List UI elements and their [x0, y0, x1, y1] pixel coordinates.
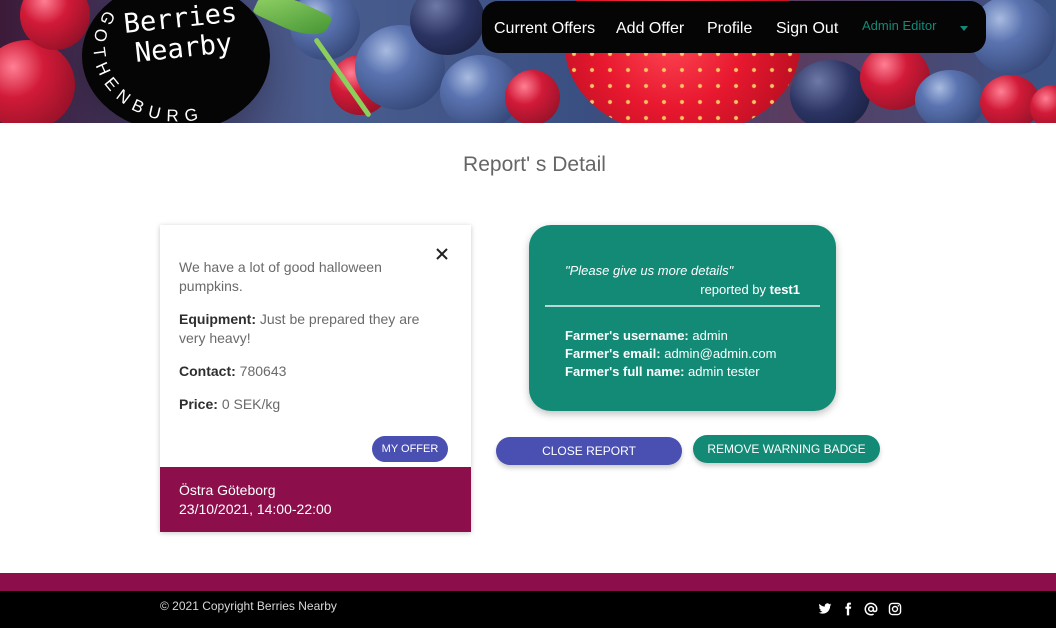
reported-by-label: reported by: [700, 282, 767, 297]
top-navbar: Current Offers Add Offer Profile Sign Ou…: [482, 1, 986, 53]
farmer-email-value: admin@admin.com: [664, 346, 777, 361]
remove-warning-badge-button[interactable]: REMOVE WARNING BADGE: [693, 435, 880, 463]
offer-description: We have a lot of good halloween pumpkins…: [179, 259, 382, 294]
reporter-name: test1: [769, 282, 800, 297]
offer-card: We have a lot of good halloween pumpkins…: [160, 225, 471, 532]
farmer-email: Farmer's email: admin@admin.com: [565, 346, 776, 361]
nav-add-offer[interactable]: Add Offer: [616, 19, 684, 39]
farmer-username-value: admin: [692, 328, 728, 343]
report-message: "Please give us more details": [565, 263, 734, 278]
contact-label: Contact:: [179, 363, 236, 379]
offer-datetime: 23/10/2021, 14:00-22:00: [179, 501, 332, 517]
farmer-username: Farmer's username: admin: [565, 328, 728, 343]
email-icon[interactable]: [864, 602, 878, 616]
price-value: 0 SEK/kg: [221, 396, 281, 412]
copyright-text: © 2021 Copyright Berries Nearby: [160, 599, 337, 613]
brand-logo[interactable]: GOTHENBURG Berries Nearby: [82, 0, 270, 123]
offer-footer: Östra Göteborg 23/10/2021, 14:00-22:00: [160, 467, 471, 532]
my-offer-button[interactable]: MY OFFER: [372, 436, 448, 462]
twitter-icon[interactable]: [818, 602, 832, 616]
contact-value: 780643: [239, 363, 287, 379]
offer-location: Östra Göteborg: [179, 482, 276, 498]
caret-down-icon[interactable]: [960, 26, 968, 31]
price-label: Price:: [179, 396, 218, 412]
footer-band: [0, 573, 1056, 591]
footer: © 2021 Copyright Berries Nearby: [0, 591, 1056, 628]
report-author: reported by test1: [700, 282, 800, 297]
offer-price: Price: 0 SEK/kg: [179, 395, 441, 414]
close-report-button[interactable]: CLOSE REPORT: [496, 437, 682, 465]
header-banner: GOTHENBURG Berries Nearby Current Offers…: [0, 0, 1056, 123]
admin-editor-dropdown[interactable]: Admin Editor: [862, 18, 936, 33]
cranberry-image: [505, 70, 560, 123]
offer-equipment: Equipment: Just be prepared they are ver…: [179, 310, 441, 348]
blueberry-image: [790, 60, 870, 123]
farmer-fullname-label: Farmer's full name:: [565, 364, 685, 379]
instagram-icon[interactable]: [888, 602, 902, 616]
nav-profile[interactable]: Profile: [707, 19, 752, 39]
page-title: Report' s Detail: [463, 153, 606, 176]
nav-current-offers[interactable]: Current Offers: [494, 19, 595, 39]
farmer-email-label: Farmer's email:: [565, 346, 661, 361]
report-card: "Please give us more details" reported b…: [529, 225, 836, 411]
farmer-fullname-value: admin tester: [688, 364, 760, 379]
blueberry-image: [915, 70, 985, 123]
farmer-username-label: Farmer's username:: [565, 328, 689, 343]
facebook-icon[interactable]: [841, 602, 855, 616]
offer-contact: Contact: 780643: [179, 362, 441, 381]
equipment-label: Equipment:: [179, 311, 256, 327]
raspberry-image: [0, 40, 75, 123]
nav-sign-out[interactable]: Sign Out: [776, 19, 838, 39]
divider: [545, 305, 820, 307]
farmer-fullname: Farmer's full name: admin tester: [565, 364, 760, 379]
